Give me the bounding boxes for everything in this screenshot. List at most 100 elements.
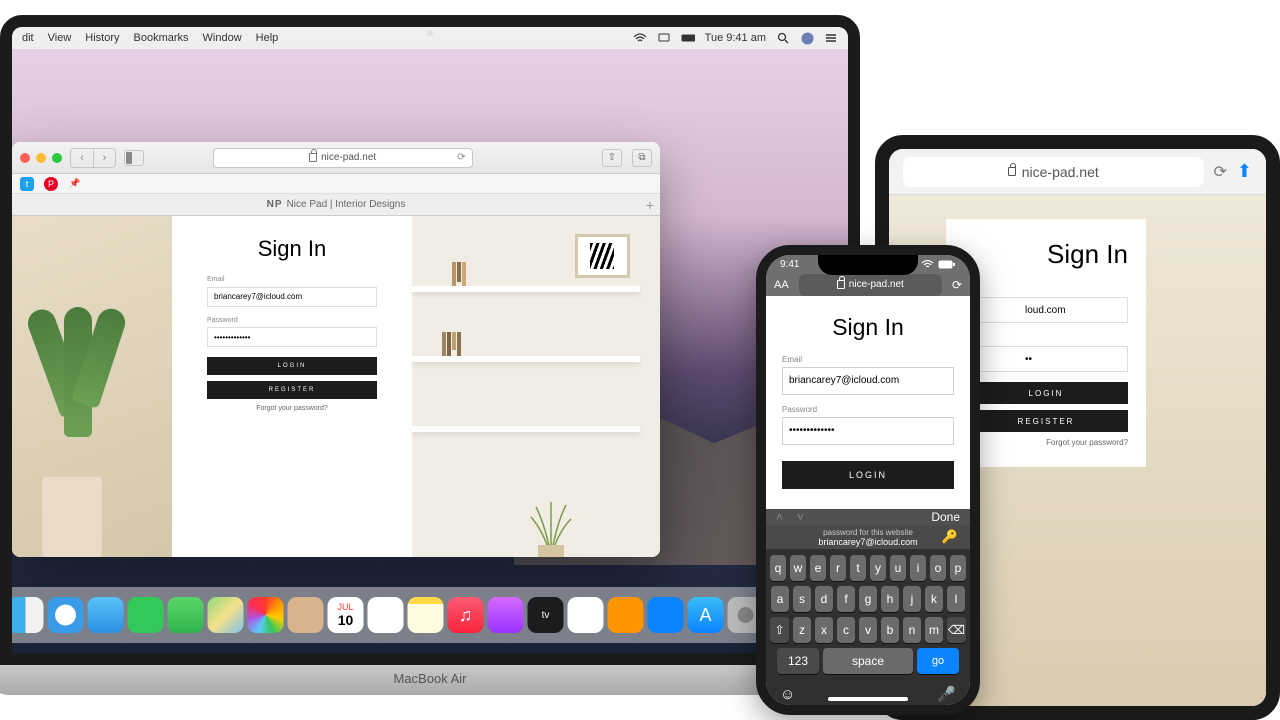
reload-icon[interactable]: ⟳ <box>457 152 465 163</box>
dock-podcasts-icon[interactable] <box>488 597 524 633</box>
key-z[interactable]: z <box>793 617 811 643</box>
siri-icon[interactable] <box>800 32 814 44</box>
key-v[interactable]: v <box>859 617 877 643</box>
key-b[interactable]: b <box>881 617 899 643</box>
fav-pin-icon[interactable]: 📌 <box>68 177 82 191</box>
dock-finder-icon[interactable] <box>8 597 44 633</box>
forgot-password-link[interactable]: Forgot your password? <box>207 405 377 412</box>
dock-numbers-icon[interactable] <box>568 597 604 633</box>
dock-contacts-icon[interactable] <box>288 597 324 633</box>
prev-field-icon[interactable]: ˄ <box>776 510 783 524</box>
password-field[interactable] <box>782 417 954 445</box>
text-size-icon[interactable]: AA <box>774 279 789 291</box>
key-d[interactable]: d <box>815 586 833 612</box>
dock-notes-icon[interactable] <box>408 597 444 633</box>
key-a[interactable]: a <box>771 586 789 612</box>
key-g[interactable]: g <box>859 586 877 612</box>
keyboard-done-button[interactable]: Done <box>931 510 960 524</box>
dock-facetime-icon[interactable] <box>168 597 204 633</box>
sidebar-toggle-icon[interactable] <box>124 150 144 166</box>
dock-messages-icon[interactable] <box>128 597 164 633</box>
password-field[interactable] <box>964 346 1128 372</box>
login-button[interactable]: LOGIN <box>782 461 954 489</box>
menu-window[interactable]: Window <box>203 32 242 44</box>
notification-center-icon[interactable] <box>824 32 838 44</box>
key-u[interactable]: u <box>890 555 906 581</box>
login-button[interactable]: LOGIN <box>207 357 377 375</box>
menu-view[interactable]: View <box>48 32 72 44</box>
forgot-password-link[interactable]: Forgot your password? <box>964 438 1128 447</box>
key-e[interactable]: e <box>810 555 826 581</box>
forward-button[interactable]: › <box>93 149 115 167</box>
emoji-key[interactable]: ☺ <box>780 686 795 703</box>
numbers-key[interactable]: 123 <box>777 648 819 674</box>
fav-pinterest-icon[interactable]: P <box>44 177 58 191</box>
iphone-address-bar[interactable]: nice-pad.net <box>799 274 942 296</box>
key-s[interactable]: s <box>793 586 811 612</box>
password-autofill-suggestion[interactable]: password for this website briancarey7@ic… <box>766 525 970 550</box>
register-button[interactable]: REGISTER <box>207 381 377 399</box>
key-i[interactable]: i <box>910 555 926 581</box>
key-m[interactable]: m <box>925 617 943 643</box>
dock-safari-icon[interactable] <box>48 597 84 633</box>
address-bar[interactable]: nice-pad.net ⟳ <box>213 148 473 168</box>
menu-edit[interactable]: dit <box>22 32 34 44</box>
tabs-icon[interactable]: ⧉ <box>632 149 652 167</box>
dock-maps-icon[interactable] <box>208 597 244 633</box>
new-tab-button[interactable]: + <box>646 197 654 213</box>
next-field-icon[interactable]: ˅ <box>797 510 804 524</box>
password-field[interactable] <box>207 327 377 347</box>
key-l[interactable]: l <box>947 586 965 612</box>
spacebar-key[interactable]: space <box>823 648 913 674</box>
maximize-button[interactable] <box>52 153 62 163</box>
dock-music-icon[interactable]: ♫ <box>448 597 484 633</box>
share-icon[interactable]: ⇧ <box>602 149 622 167</box>
go-key[interactable]: go <box>917 648 959 674</box>
share-icon[interactable]: ⬆ <box>1237 161 1252 182</box>
key-t[interactable]: t <box>850 555 866 581</box>
menu-bookmarks[interactable]: Bookmarks <box>134 32 189 44</box>
reload-icon[interactable]: ⟳ <box>1214 162 1227 182</box>
battery-icon[interactable] <box>681 32 695 44</box>
email-field[interactable] <box>207 287 377 307</box>
dock-calendar-icon[interactable]: JUL10 <box>328 597 364 633</box>
dock-tv-icon[interactable]: tv <box>528 597 564 633</box>
safari-tab[interactable]: NP Nice Pad | Interior Designs + <box>12 194 660 216</box>
menu-history[interactable]: History <box>85 32 119 44</box>
dock-appstore-icon[interactable]: A <box>688 597 724 633</box>
key-p[interactable]: p <box>950 555 966 581</box>
keychain-icon[interactable]: 🔑 <box>942 529 958 545</box>
dock-pages-icon[interactable] <box>608 597 644 633</box>
key-f[interactable]: f <box>837 586 855 612</box>
key-q[interactable]: q <box>770 555 786 581</box>
register-button[interactable]: REGISTER <box>964 410 1128 432</box>
back-button[interactable]: ‹ <box>71 149 93 167</box>
key-k[interactable]: k <box>925 586 943 612</box>
dictation-key[interactable]: 🎤 <box>937 685 956 703</box>
screen-mirror-icon[interactable] <box>657 32 671 44</box>
wifi-icon[interactable] <box>633 32 647 44</box>
login-button[interactable]: LOGIN <box>964 382 1128 404</box>
menu-help[interactable]: Help <box>256 32 279 44</box>
spotlight-icon[interactable] <box>776 32 790 44</box>
key-h[interactable]: h <box>881 586 899 612</box>
fav-twitter-icon[interactable]: t <box>20 177 34 191</box>
key-w[interactable]: w <box>790 555 806 581</box>
backspace-key[interactable]: ⌫ <box>947 617 966 643</box>
email-field[interactable] <box>782 367 954 395</box>
close-button[interactable] <box>20 153 30 163</box>
menubar-clock[interactable]: Tue 9:41 am <box>705 32 766 44</box>
home-indicator[interactable] <box>828 697 908 701</box>
key-o[interactable]: o <box>930 555 946 581</box>
email-field[interactable] <box>964 297 1128 323</box>
dock-mail-icon[interactable] <box>88 597 124 633</box>
shift-key[interactable]: ⇧ <box>770 617 789 643</box>
key-x[interactable]: x <box>815 617 833 643</box>
key-r[interactable]: r <box>830 555 846 581</box>
reload-icon[interactable]: ⟳ <box>952 278 962 292</box>
key-j[interactable]: j <box>903 586 921 612</box>
minimize-button[interactable] <box>36 153 46 163</box>
key-n[interactable]: n <box>903 617 921 643</box>
key-y[interactable]: y <box>870 555 886 581</box>
dock-photos-icon[interactable] <box>248 597 284 633</box>
